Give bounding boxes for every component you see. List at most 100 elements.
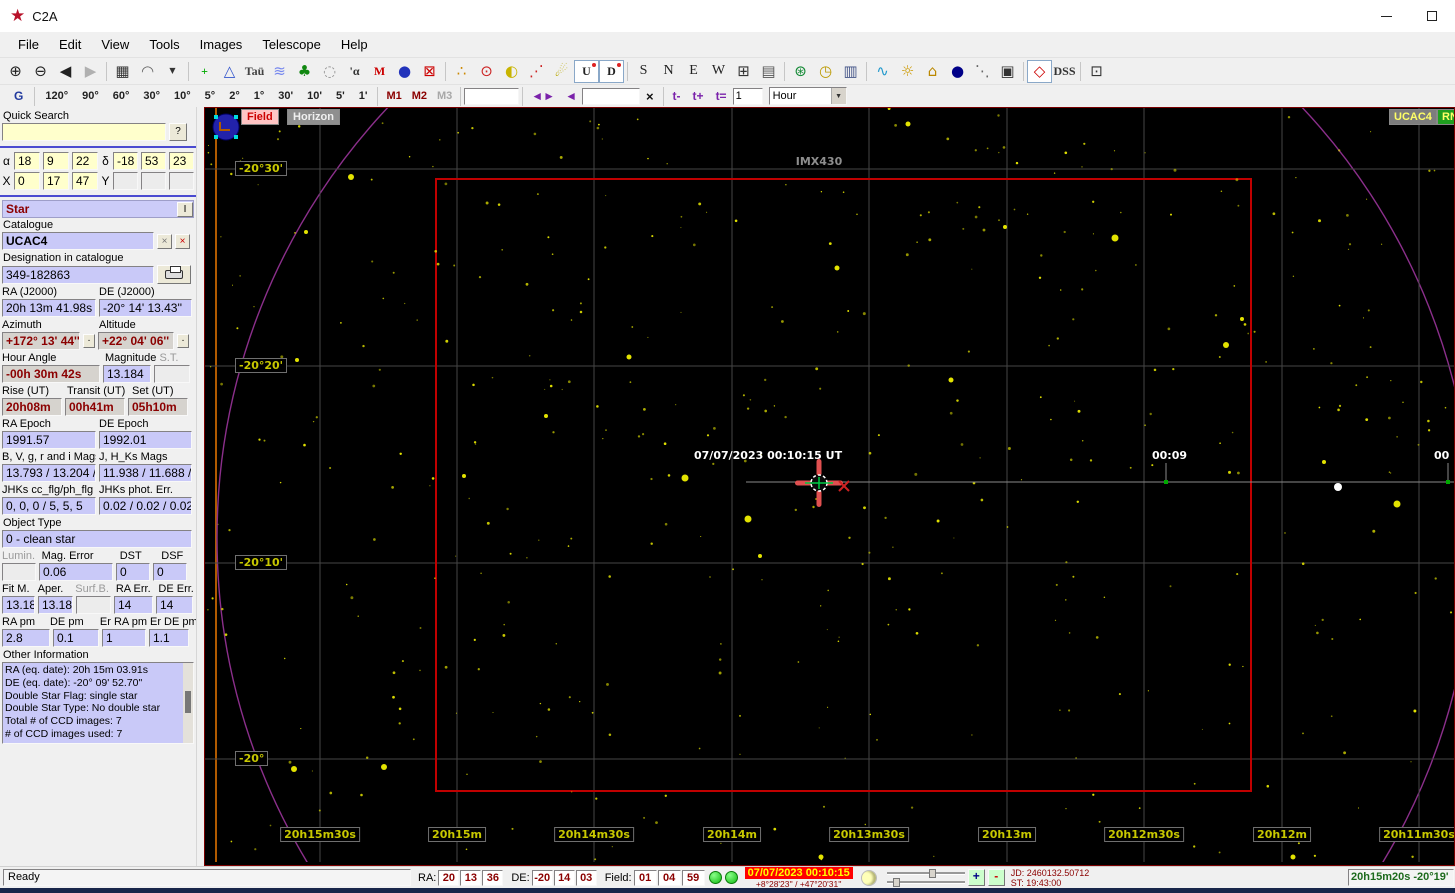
guide-button[interactable]: G xyxy=(6,89,31,103)
alpha-field-1[interactable] xyxy=(43,152,69,170)
sidebar-splitter[interactable] xyxy=(196,107,204,866)
comets-button[interactable]: ☄ xyxy=(549,60,574,83)
fov-60-button[interactable]: 60° xyxy=(106,90,137,102)
south-button[interactable]: S xyxy=(631,60,656,83)
mark-m3-button[interactable]: M3 xyxy=(432,90,457,102)
time-minus-button[interactable]: t- xyxy=(667,89,687,103)
zoom-out-button[interactable]: ⊖ xyxy=(28,60,53,83)
ccd-frame-button[interactable]: ◇ xyxy=(1027,59,1052,83)
delta-field-0[interactable] xyxy=(113,152,138,170)
chevron-down-icon[interactable]: ▼ xyxy=(830,88,846,104)
mark-m1-button[interactable]: M1 xyxy=(381,90,406,102)
orientation-compass[interactable] xyxy=(207,110,245,146)
center-cursor-button[interactable]: + xyxy=(192,60,217,83)
clock-settings-button[interactable]: ◷ xyxy=(813,60,838,83)
fov-1-button[interactable]: 1° xyxy=(247,90,272,102)
variable-curve-button[interactable]: ∿ xyxy=(870,60,895,83)
time-slider-thumb[interactable] xyxy=(928,869,936,878)
horizon-box-button[interactable]: ▤ xyxy=(756,60,781,83)
x-field-0[interactable] xyxy=(14,172,40,190)
uranus-labels-button[interactable]: U xyxy=(574,59,599,83)
datetime-block[interactable]: 07/07/2023 00:10:15 +8°28'23'' / +47°20'… xyxy=(744,866,853,889)
azimuth-more-button[interactable]: . xyxy=(83,334,95,348)
west-button[interactable]: W xyxy=(706,60,731,83)
earth-map-button[interactable]: ⊛ xyxy=(788,60,813,83)
delta-field-2[interactable] xyxy=(169,152,194,170)
time-back-button[interactable]: - xyxy=(987,869,1005,886)
north-button[interactable]: N xyxy=(656,60,681,83)
night-vision-button[interactable]: ● xyxy=(945,60,970,83)
fov-30-button[interactable]: 30' xyxy=(271,90,300,102)
other-info-scrollbar[interactable] xyxy=(183,663,193,743)
fov-5-button[interactable]: 5' xyxy=(329,90,352,102)
history-forward-button[interactable]: ▶ xyxy=(78,60,103,83)
quick-search-input[interactable] xyxy=(2,123,166,141)
star-cluster-button[interactable]: ∴ xyxy=(449,60,474,83)
sky-chart[interactable]: Field Horizon UCAC4RNG -20°30' -20°20' -20°10… xyxy=(204,107,1455,866)
minimize-button[interactable] xyxy=(1363,0,1409,32)
zoom-in-button[interactable]: ⊕ xyxy=(3,60,28,83)
catalog-tab-ucac4[interactable]: UCAC4 xyxy=(1389,109,1437,125)
menu-images[interactable]: Images xyxy=(190,35,253,54)
time-forward-button[interactable]: + xyxy=(967,869,985,886)
sky-canvas[interactable] xyxy=(205,108,1455,862)
flip-horizontal-icon[interactable]: ◄► xyxy=(526,89,560,103)
x-field-2[interactable] xyxy=(72,172,98,190)
delta-field-1[interactable] xyxy=(141,152,166,170)
speed-slider[interactable] xyxy=(886,878,965,887)
catalogue-swap-button[interactable]: × xyxy=(157,233,172,249)
mark-m2-button[interactable]: M2 xyxy=(407,90,432,102)
menu-help[interactable]: Help xyxy=(331,35,378,54)
menu-file[interactable]: File xyxy=(8,35,49,54)
fov-1-button[interactable]: 1' xyxy=(352,90,375,102)
dome-dropdown-button[interactable]: ▼ xyxy=(160,60,185,83)
time-set-button[interactable]: t= xyxy=(710,89,733,103)
flip-vertical-icon[interactable]: ◄ xyxy=(560,89,582,103)
constellation-names-button[interactable]: Taü xyxy=(242,60,267,83)
cross-pattern-button[interactable]: ⊠ xyxy=(417,60,442,83)
object-search-input[interactable] xyxy=(464,87,520,105)
menu-view[interactable]: View xyxy=(91,35,139,54)
east-button[interactable]: E xyxy=(681,60,706,83)
constellation-lines-button[interactable]: △ xyxy=(217,60,242,83)
display-panel-button[interactable]: ▥ xyxy=(838,60,863,83)
dome-view-button[interactable]: ◠ xyxy=(135,60,160,83)
milky-way-button[interactable]: ≋ xyxy=(267,60,292,83)
fov-10-button[interactable]: 10' xyxy=(300,90,329,102)
messier-button[interactable]: M xyxy=(367,60,392,83)
menu-telescope[interactable]: Telescope xyxy=(252,35,331,54)
speed-slider-thumb[interactable] xyxy=(892,878,900,887)
telescope-control-button[interactable]: ⊡ xyxy=(1084,60,1109,83)
fov-90-button[interactable]: 90° xyxy=(75,90,106,102)
dss-image-button[interactable]: DSS xyxy=(1052,60,1077,83)
pan-view-button[interactable]: ⊞ xyxy=(731,60,756,83)
deep-sky-button[interactable]: ● xyxy=(392,60,417,83)
sun-button[interactable]: ☼ xyxy=(895,60,920,83)
fov-30-button[interactable]: 30° xyxy=(136,90,167,102)
moon-phase-button[interactable]: ◐ xyxy=(499,60,524,83)
scrollbar-thumb[interactable] xyxy=(185,691,191,713)
fov-2-button[interactable]: 2° xyxy=(222,90,247,102)
catalog-tab-rng[interactable]: RNG xyxy=(1437,109,1454,125)
menu-tools[interactable]: Tools xyxy=(139,35,189,54)
fov-10-button[interactable]: 10° xyxy=(167,90,198,102)
alpha-field-0[interactable] xyxy=(14,152,40,170)
ecliptic-ellipse-button[interactable]: ◌ xyxy=(317,60,342,83)
coordinate-labels-button[interactable]: 'α xyxy=(342,60,367,83)
fov-5-button[interactable]: 5° xyxy=(198,90,223,102)
datetime-value[interactable]: 07/07/2023 00:10:15 xyxy=(744,866,853,879)
tab-field[interactable]: Field xyxy=(241,109,279,125)
search-help-button[interactable]: ? xyxy=(169,123,187,141)
time-unit-select[interactable]: Hour ▼ xyxy=(768,87,847,105)
satellites-button[interactable]: ⋱ xyxy=(970,60,995,83)
altitude-more-button[interactable]: . xyxy=(177,334,189,348)
nebula-button[interactable]: ⊙ xyxy=(474,60,499,83)
landscape-button[interactable]: ♣ xyxy=(292,60,317,83)
object-info-button[interactable]: I xyxy=(177,201,193,217)
grid-toggle-button[interactable]: ▦ xyxy=(110,60,135,83)
dwarf-labels-button[interactable]: D xyxy=(599,59,624,83)
tab-horizon[interactable]: Horizon xyxy=(287,109,340,125)
print-button[interactable] xyxy=(157,265,191,284)
time-plus-button[interactable]: t+ xyxy=(687,89,710,103)
clear-filter-button[interactable]: × xyxy=(640,89,660,104)
